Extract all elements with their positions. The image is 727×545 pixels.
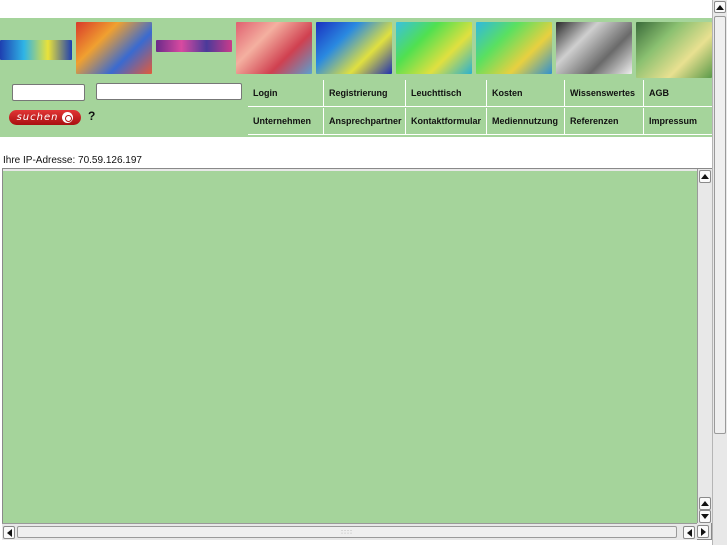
thermal-roof-image[interactable] <box>76 22 152 74</box>
thermal-ribbon-image[interactable] <box>156 40 232 52</box>
thermal-blue-image[interactable] <box>316 22 392 74</box>
arrow-up-icon <box>701 174 709 179</box>
thermal-building-image[interactable] <box>396 22 472 74</box>
arrow-up-icon <box>716 4 724 10</box>
main-navigation: Login Registrierung Leuchttisch Kosten W… <box>248 80 712 137</box>
roof-photo-image[interactable] <box>636 22 712 78</box>
nav-agb[interactable]: AGB <box>644 80 712 107</box>
window-vertical-scrollbar[interactable] <box>712 0 727 545</box>
nav-impressum[interactable]: Impressum <box>644 108 712 135</box>
search-input[interactable] <box>96 83 242 100</box>
thermal-facade-image[interactable] <box>236 22 312 74</box>
frame-scroll-up-lower-button[interactable] <box>699 497 711 510</box>
frame-scroll-up-button[interactable] <box>699 170 711 183</box>
window-vertical-thumb[interactable] <box>714 16 726 434</box>
search-input-short[interactable] <box>12 84 85 101</box>
frame-horizontal-scrollbar[interactable]: :::: <box>2 523 697 540</box>
arrow-down-icon <box>701 514 709 519</box>
arrow-left-icon <box>6 528 12 537</box>
arrow-right-icon <box>700 527 706 536</box>
machine-photo-image[interactable] <box>556 22 632 74</box>
content-area <box>3 171 697 523</box>
nav-registrierung[interactable]: Registrierung <box>324 80 406 107</box>
nav-mediennutzung[interactable]: Mediennutzung <box>487 108 565 135</box>
frame-scroll-down-button[interactable] <box>699 510 711 523</box>
nav-referenzen[interactable]: Referenzen <box>565 108 644 135</box>
arrow-up-icon <box>701 501 709 506</box>
thermal-aerial-image[interactable] <box>476 22 552 74</box>
top-strip <box>0 0 712 18</box>
frame-scroll-left-button[interactable] <box>3 526 15 539</box>
thermal-strip-image[interactable] <box>0 40 72 60</box>
help-link[interactable]: ? <box>88 109 95 123</box>
search-button-label: suchen <box>16 112 59 123</box>
frame-scroll-left-right-button[interactable] <box>683 526 695 539</box>
nav-leuchttisch[interactable]: Leuchttisch <box>406 80 487 107</box>
grip-icon: :::: <box>340 528 354 536</box>
nav-wissenswertes[interactable]: Wissenswertes <box>565 80 644 107</box>
window-scroll-up-button[interactable] <box>714 1 726 13</box>
nav-kontaktformular[interactable]: Kontaktformular <box>406 108 487 135</box>
frame-vertical-scrollbar[interactable] <box>697 169 712 523</box>
frame-scroll-right-button[interactable] <box>697 525 709 538</box>
search-button[interactable]: suchen <box>9 110 81 125</box>
nav-unternehmen[interactable]: Unternehmen <box>248 108 324 135</box>
ip-address-text: Ihre IP-Adresse: 70.59.126.197 <box>3 155 142 166</box>
nav-kosten[interactable]: Kosten <box>487 80 565 107</box>
arrow-left-icon <box>686 528 692 537</box>
nav-ansprechpartner[interactable]: Ansprechpartner <box>324 108 406 135</box>
frame-horizontal-thumb[interactable]: :::: <box>17 526 677 538</box>
nav-login[interactable]: Login <box>248 80 324 107</box>
magnifier-icon <box>62 112 74 123</box>
